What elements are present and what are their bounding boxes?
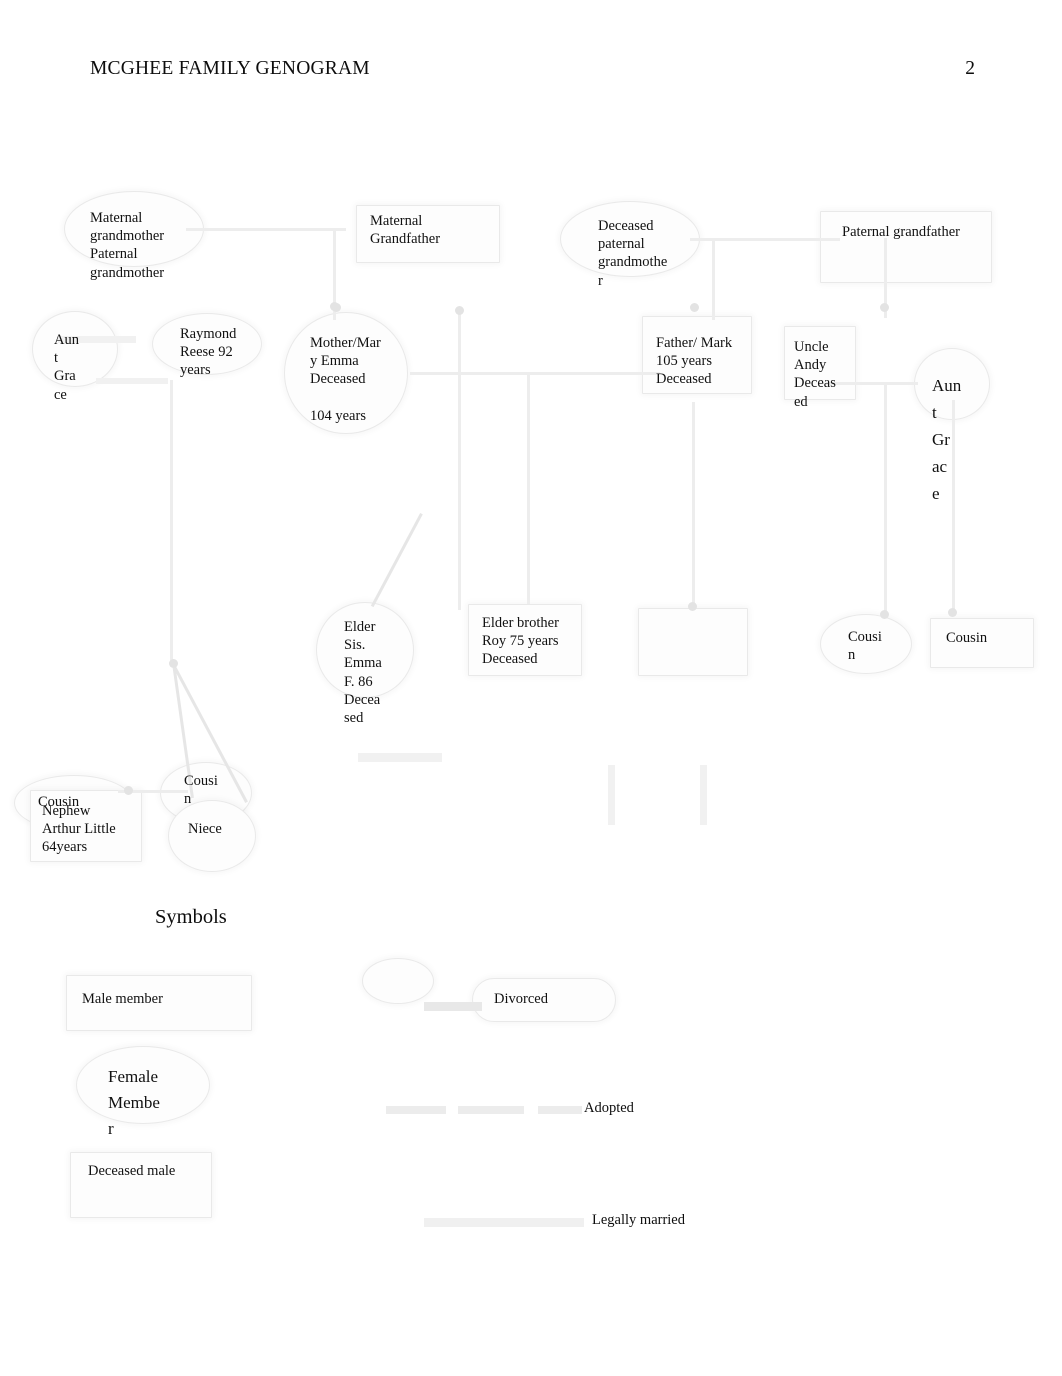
connector-node-spine-top [455,306,464,315]
legend-married-solid-line [424,1218,584,1227]
node-unlabeled-box[interactable] [638,608,748,676]
node-label: Cousi n [184,773,218,808]
node-father-mark[interactable]: Father/ Mark 105 years Deceased [642,316,752,394]
page-header: MCGHEE FAMILY GENOGRAM 2 [90,58,975,90]
node-deceased-paternal-grandmother[interactable]: Deceased paternal grandmothe r [560,201,700,289]
legend-label: Deceased male [88,1163,176,1179]
legend-divorced-connector [424,1002,482,1011]
node-elder-sister-emma[interactable]: Elder Sis. Emma F. 86 Decea sed [316,602,414,726]
node-aunt-grace-right[interactable]: Aun t Gr ac e [914,348,990,503]
box-shape [638,608,748,676]
node-cousin-box-right[interactable]: Cousin [930,618,1034,668]
connector-node-cousin-right [948,608,957,617]
connector-father-drop [692,402,695,608]
node-raymond-reese[interactable]: Raymond Reese 92 years [152,313,262,378]
connector-elder-brother-drop [527,372,530,604]
node-aunt-grace-left[interactable]: Aun t Gra ce [32,311,118,403]
node-maternal-grandmother[interactable]: Maternal grandmother Paternal grandmothe… [64,191,204,281]
node-label: Elder brother Roy 75 years Deceased [482,615,559,668]
connector-paternal-drop-left [712,238,715,320]
node-label: Father/ Mark 105 years Deceased [656,335,733,388]
stray-mark-aunt-left-2 [96,378,168,384]
legend-deceased-male[interactable]: Deceased male [70,1152,212,1218]
node-label: Deceased paternal grandmothe r [598,218,668,289]
page-number: 2 [965,58,975,79]
node-uncle-andy[interactable]: Uncle Andy Deceas ed [784,326,856,410]
node-label: Cousin [946,630,988,646]
connector-node-unlabeled [688,602,697,611]
connector-node-nephew [124,786,133,795]
node-label: Aun t Gr ac e [932,376,962,503]
legend-female-member[interactable]: Female Membe r [76,1046,210,1138]
node-mother-mary-emma[interactable]: Mother/Mar y Emma Deceased 104 years [284,312,408,434]
legend-legally-married-label: Legally married [592,1212,685,1228]
legend-divorced[interactable]: Divorced [472,978,616,1022]
legend-adopted-label: Adopted [584,1100,634,1116]
node-label: Cousi n [848,629,882,664]
page-title: MCGHEE FAMILY GENOGRAM [90,58,370,79]
node-niece[interactable]: Niece [168,800,256,872]
connector-cousin-left-drop [884,382,887,614]
node-label: Mother/Mar y Emma Deceased 104 years [310,335,381,424]
node-label: Raymond Reese 92 years [180,326,237,379]
legend-male-member[interactable]: Male member [66,975,252,1031]
node-maternal-grandfather[interactable]: Maternal Grandfather [356,205,500,263]
node-label: Nephew Arthur Little 64years [42,803,116,856]
stray-mark-horizontal [358,753,442,762]
stray-mark-vertical-right [700,765,707,825]
connector-node-cousin-left [880,610,889,619]
legend-label: Female Membe r [108,1067,160,1138]
node-label: Elder Sis. Emma F. 86 Decea sed [344,619,382,727]
node-elder-brother-roy[interactable]: Elder brother Roy 75 years Deceased [468,604,582,676]
connector-sibling-spine [458,310,461,610]
legend-label: Divorced [494,991,548,1007]
node-label: Niece [188,821,222,837]
connector-elder-sister-diag [370,512,423,607]
connector-parents-marriage [410,372,660,375]
node-label: Maternal grandmother Paternal grandmothe… [90,210,165,281]
node-label: Maternal Grandfather [370,213,441,248]
oval-shape [362,958,434,1004]
legend-label: Male member [82,991,163,1007]
document-page: MCGHEE FAMILY GENOGRAM 2 Maternal grandm… [0,0,1062,1376]
connector-node-uncle [690,303,699,312]
connector-left-long-descent [170,380,173,664]
stray-mark-vertical-left [608,765,615,825]
symbols-heading: Symbols [155,906,227,928]
node-cousin-oval-right[interactable]: Cousi n [820,614,912,674]
connector-node-paternal [880,303,889,312]
node-label: Paternal grandfather [842,224,960,240]
connector-node-bottom-junction [169,659,178,668]
legend-adopted-dashed-line [386,1106,582,1114]
legend-divorced-oval[interactable] [362,958,434,1004]
box-shape [820,211,992,283]
node-paternal-grandfather[interactable]: Paternal grandfather [820,211,992,283]
node-label: Aun t Gra ce [54,332,79,403]
node-label: Uncle Andy Deceas ed [794,339,836,410]
connector-node-mother-top [332,303,341,312]
connector-maternal-couple [186,228,346,231]
